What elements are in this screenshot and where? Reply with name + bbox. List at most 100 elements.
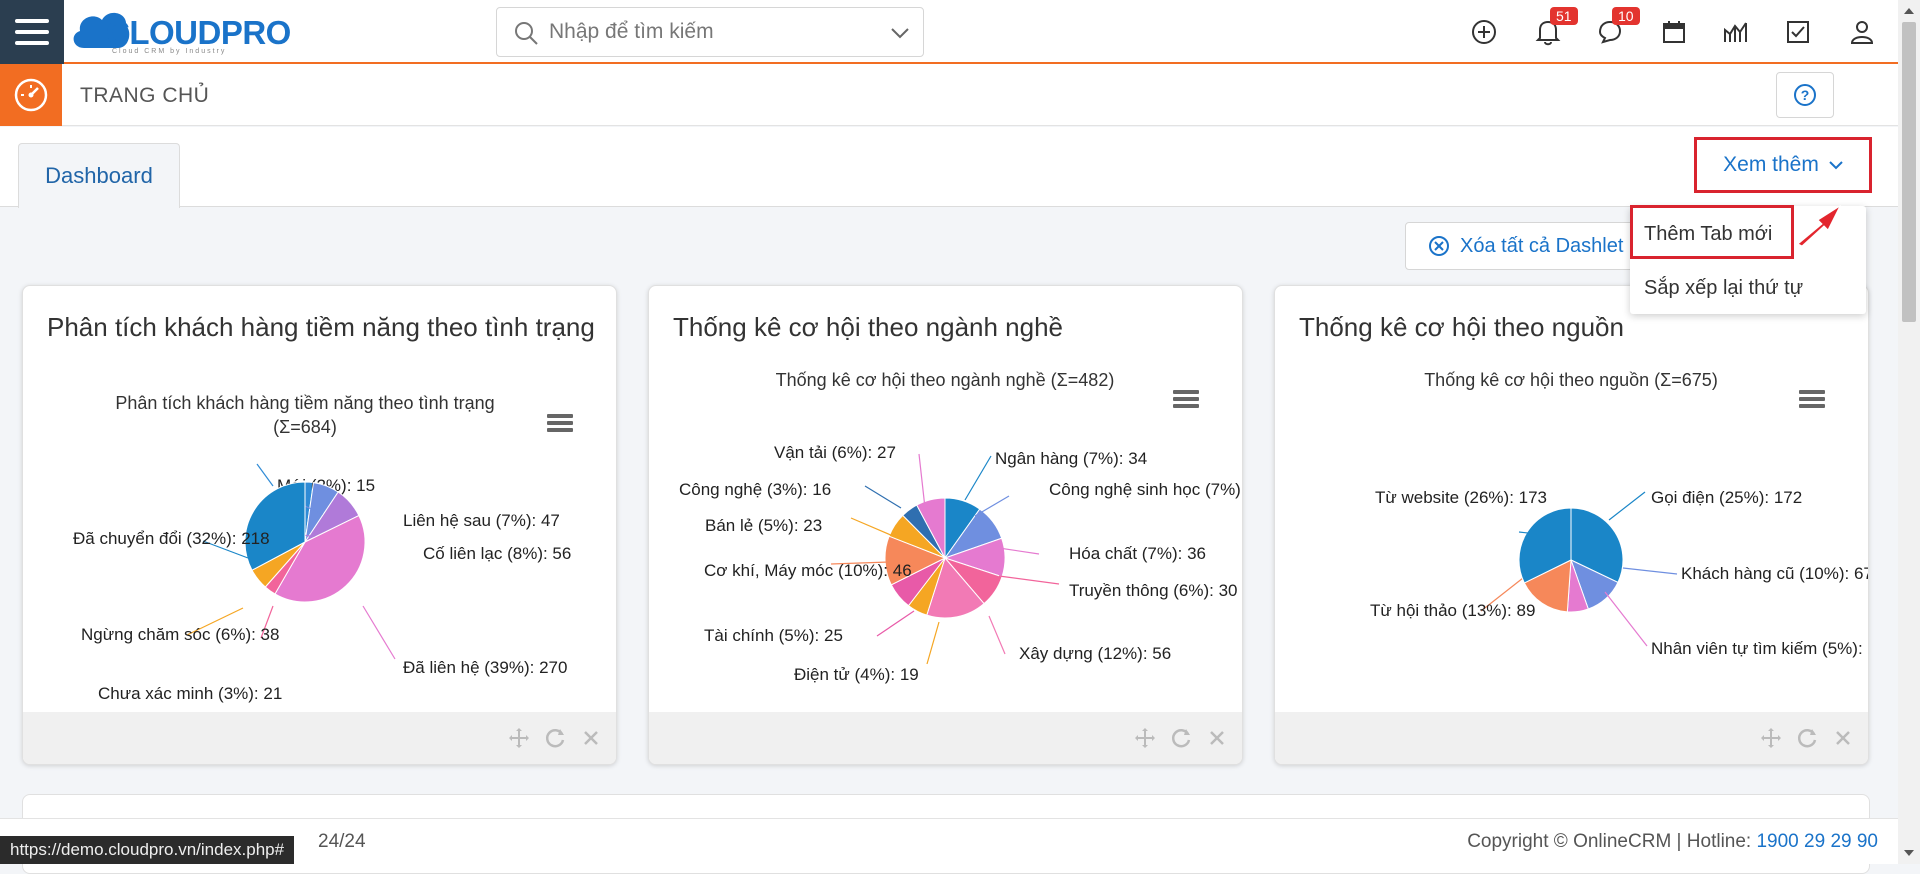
slice-label: Đã liên hệ (39%): 270 [403, 658, 567, 677]
message-badge: 10 [1612, 7, 1640, 25]
slice-label: Công nghệ (3%): 16 [679, 480, 831, 499]
slice-label: Bán lẻ (5%): 23 [705, 516, 822, 535]
calendar-icon[interactable] [1656, 14, 1692, 50]
tab-dashboard[interactable]: Dashboard [18, 143, 180, 208]
search-input[interactable]: Nhập để tìm kiếm [496, 7, 924, 57]
slice-label: Xây dựng (12%): 56 [1019, 644, 1171, 663]
clear-dashlets-button[interactable]: Xóa tất cả Dashlet [1405, 222, 1645, 270]
dashlet-card: Thống kê cơ hội theo nguồn Thống kê cơ h… [1274, 285, 1869, 765]
move-icon[interactable] [1133, 726, 1157, 750]
slice-label: Từ hội thảo (13%): 89 [1370, 601, 1535, 620]
label-connector [918, 453, 926, 509]
scroll-thumb[interactable] [1902, 22, 1916, 322]
menu-icon[interactable] [0, 0, 64, 64]
label-connector [988, 615, 1006, 655]
notification-button[interactable]: 51 [1530, 7, 1578, 50]
label-connector [926, 621, 940, 665]
slice-label: Truyền thông (6%): 30 [1069, 581, 1238, 600]
user-icon[interactable] [1844, 14, 1880, 50]
slice-label: Hóa chất (7%): 36 [1069, 544, 1206, 563]
close-circle-icon [1429, 236, 1449, 256]
label-connector [1608, 491, 1646, 521]
chart-menu-icon[interactable] [1173, 390, 1199, 408]
pie-chart: Thống kê cơ hội theo nguồn (Σ=675) Gọi đi… [1370, 370, 1869, 658]
report-chart-icon[interactable] [1718, 14, 1754, 50]
chart-menu-icon[interactable] [547, 414, 573, 432]
slice-label: Cơ khí, Máy móc (10%): 46 [704, 561, 912, 580]
chart-menu-icon[interactable] [1799, 390, 1825, 408]
slice-label: Điện tử (4%): 19 [794, 665, 919, 684]
search-placeholder: Nhập để tìm kiếm [549, 20, 714, 43]
slice-label: Ngừng chăm sóc (6%): 38 [81, 625, 279, 644]
dashboard-gauge-icon[interactable] [0, 64, 62, 126]
add-icon[interactable] [1466, 14, 1502, 50]
more-tabs-label: Xem thêm [1723, 153, 1819, 176]
brand-name: CLOUDPRO [106, 14, 291, 51]
label-connector [998, 575, 1060, 585]
task-check-icon[interactable] [1780, 14, 1816, 50]
svg-text:?: ? [1801, 87, 1810, 103]
hotline-label: Hotline: [1686, 831, 1752, 852]
top-bar: CLOUDPRO Cloud CRM by Industry Nhập để t… [0, 0, 1898, 64]
label-connector [1622, 567, 1678, 575]
red-arrow-annotation [1797, 204, 1842, 247]
close-icon[interactable] [579, 726, 603, 750]
clear-dashlets-label: Xóa tất cả Dashlet [1460, 234, 1624, 257]
move-icon[interactable] [507, 726, 531, 750]
dashlet-card: Phân tích khách hàng tiềm năng theo tình… [22, 285, 617, 765]
slice-label: Vận tải (6%): 27 [774, 443, 896, 462]
chart-title: Phân tích khách hàng tiềm năng theo tình… [115, 393, 494, 413]
slice-label: Nhân viên tự tìm kiếm (5%): 35 [1651, 639, 1869, 658]
chart-title: Thống kê cơ hội theo ngành nghề (Σ=482) [776, 370, 1115, 390]
label-connector [864, 485, 902, 509]
slice-label: Từ website (26%): 173 [1375, 488, 1547, 507]
pie-chart: Phân tích khách hàng tiềm năng theo tình… [73, 393, 573, 703]
menu-item-reorder[interactable]: Sắp xếp lại thứ tự [1630, 264, 1866, 312]
chart-title: Thống kê cơ hội theo nguồn (Σ=675) [1424, 370, 1718, 390]
slice-label: Ngân hàng (7%): 34 [995, 449, 1147, 468]
page-title: TRANG CHỦ [80, 84, 210, 107]
dashlet-footer [23, 712, 616, 764]
label-connector [964, 455, 992, 501]
pager-text: 24/24 [318, 831, 366, 852]
help-icon: ? [1794, 84, 1816, 106]
pie-chart: Thống kê cơ hội theo ngành nghề (Σ=482) N… [679, 370, 1243, 684]
copyright: Copyright © OnlineCRM | Hotline: 1900 29… [1467, 831, 1878, 852]
slice-label: Đã chuyển đổi (32%): 218 [73, 529, 270, 548]
refresh-icon[interactable] [1169, 726, 1193, 750]
slice-label: Cố liên lạc (8%): 56 [423, 544, 571, 563]
label-connector [256, 463, 274, 487]
label-connector [362, 605, 396, 660]
dashlet-footer [649, 712, 1242, 764]
logo[interactable]: CLOUDPRO Cloud CRM by Industry [70, 4, 300, 60]
slice-label: Khách hàng cũ (10%): 67 [1681, 564, 1869, 583]
brand-tagline: Cloud CRM by Industry [112, 48, 227, 55]
page-header: TRANG CHỦ ? [0, 64, 1898, 126]
slice-label: Chưa xác minh (3%): 21 [98, 684, 282, 703]
label-connector [974, 495, 1010, 517]
label-connector [1604, 591, 1648, 647]
message-button[interactable]: 10 [1592, 7, 1640, 50]
hotline-link[interactable]: 1900 29 29 90 [1756, 831, 1878, 852]
chevron-down-icon[interactable] [891, 27, 909, 39]
move-icon[interactable] [1759, 726, 1783, 750]
scrollbar[interactable] [1898, 0, 1920, 864]
refresh-icon[interactable] [543, 726, 567, 750]
notification-badge: 51 [1550, 7, 1578, 25]
close-icon[interactable] [1205, 726, 1229, 750]
slice-label: Tài chính (5%): 25 [704, 626, 843, 645]
refresh-icon[interactable] [1795, 726, 1819, 750]
help-button[interactable]: ? [1776, 72, 1834, 118]
label-connector [876, 610, 915, 637]
chart-subtitle: (Σ=684) [273, 417, 337, 437]
dashlet-footer [1275, 712, 1868, 764]
status-url: https://demo.cloudpro.vn/index.php# [0, 836, 295, 864]
chevron-down-icon [1829, 161, 1843, 170]
slice-label: Gọi điện (25%): 172 [1651, 488, 1802, 507]
slice-label: Liên hệ sau (7%): 47 [403, 511, 560, 530]
dashboard-tabs: Dashboard Xem thêm [0, 127, 1898, 208]
more-tabs-button[interactable]: Xem thêm [1694, 137, 1872, 193]
slice-label: Công nghệ sinh học (7%): 34 [1049, 480, 1243, 499]
close-icon[interactable] [1831, 726, 1855, 750]
label-connector [850, 517, 894, 537]
